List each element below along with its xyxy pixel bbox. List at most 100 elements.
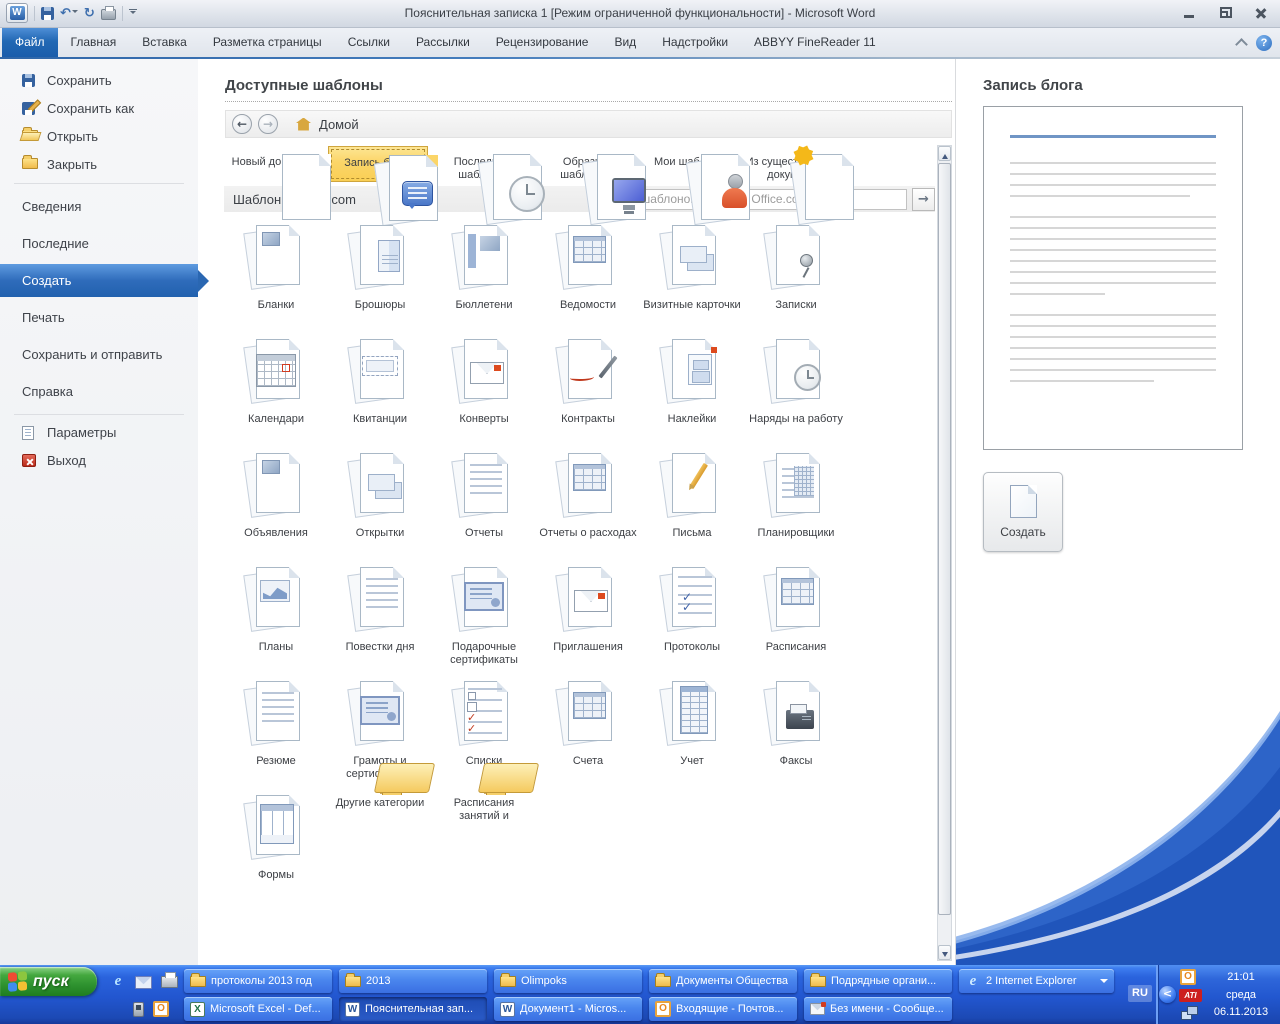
taskbar-button[interactable]: Olimpoks [494, 969, 642, 993]
featured-template[interactable]: Последние шаблоны [432, 146, 532, 182]
template-category[interactable]: Ведомости [536, 222, 640, 336]
restore-button[interactable] [1212, 5, 1238, 21]
sidebar-command[interactable]: Выход [0, 447, 198, 475]
sidebar-item[interactable]: Сведения [0, 188, 198, 225]
template-category[interactable]: Календари [224, 336, 328, 450]
ribbon-tab[interactable]: Рассылки [403, 28, 483, 57]
sidebar-item[interactable]: Последние [0, 225, 198, 262]
customize-qat-dropdown-icon[interactable] [129, 9, 137, 17]
ribbon-tab[interactable]: Главная [58, 28, 130, 57]
template-category[interactable]: Квитанции [328, 336, 432, 450]
template-category[interactable]: Наряды на работу [744, 336, 848, 450]
sidebar-item[interactable]: Справка [0, 373, 198, 410]
outlook-icon[interactable]: O [153, 1001, 169, 1017]
undo-button[interactable]: ↶ [60, 7, 78, 20]
template-category[interactable]: Счета [536, 678, 640, 792]
template-category[interactable]: Другие категории [328, 792, 432, 906]
word-app-icon[interactable]: W [6, 3, 28, 23]
ribbon-tab[interactable]: Вид [601, 28, 649, 57]
taskbar-button[interactable]: Подрядные органи... [804, 969, 952, 993]
template-category[interactable]: Подарочные сертификаты [432, 564, 536, 678]
ribbon-tab[interactable]: Разметка страницы [200, 28, 335, 57]
featured-template[interactable]: Запись блога [328, 146, 428, 182]
taskbar-button[interactable]: Без имени - Сообще... [804, 997, 952, 1021]
template-category[interactable]: Брошюры [328, 222, 432, 336]
template-category[interactable]: Контракты [536, 336, 640, 450]
scroll-up-button[interactable] [938, 146, 951, 161]
print-preview-icon[interactable] [101, 9, 116, 20]
template-category[interactable]: Повестки дня [328, 564, 432, 678]
template-category[interactable]: Объявления [224, 450, 328, 564]
create-button[interactable]: Создать [983, 472, 1063, 552]
close-button[interactable] [1248, 5, 1274, 21]
language-indicator[interactable]: RU [1128, 985, 1152, 1002]
ribbon-tab[interactable]: ABBYY FineReader 11 [741, 28, 889, 57]
ribbon-tab[interactable]: Надстройки [649, 28, 741, 57]
taskbar-button[interactable]: Документы Общества [649, 969, 797, 993]
template-category[interactable]: Планировщики [744, 450, 848, 564]
scrollbar-thumb[interactable] [938, 163, 951, 915]
taskbar-button[interactable]: OВходящие - Почтов... [649, 997, 797, 1021]
featured-template[interactable]: Мои шаблоны [640, 146, 740, 182]
forward-button[interactable]: → [258, 114, 278, 134]
template-category[interactable]: Учет [640, 678, 744, 792]
sidebar-item[interactable]: Создать [0, 264, 198, 297]
template-category[interactable]: Письма [640, 450, 744, 564]
template-category[interactable]: Конверты [432, 336, 536, 450]
template-category[interactable]: Отчеты о расходах [536, 450, 640, 564]
scroll-down-button[interactable] [938, 945, 951, 960]
template-category[interactable]: Резюме [224, 678, 328, 792]
taskbar-button[interactable]: 2013 [339, 969, 487, 993]
template-category[interactable]: Расписания занятий и [432, 792, 536, 906]
template-category[interactable]: Бюллетени [432, 222, 536, 336]
ribbon-tab[interactable]: Вставка [129, 28, 200, 57]
ati-tray-icon[interactable]: ATI [1179, 989, 1202, 1002]
taskbar-button[interactable]: e2 Internet Explorer [959, 969, 1114, 993]
template-category[interactable]: Бланки [224, 222, 328, 336]
home-breadcrumb[interactable]: Домой [319, 117, 359, 132]
taskbar-button[interactable]: XMicrosoft Excel - Def... [184, 997, 332, 1021]
sidebar-item[interactable]: Печать [0, 299, 198, 336]
template-category[interactable]: Формы [224, 792, 328, 906]
taskbar-button[interactable]: протоколы 2013 год [184, 969, 332, 993]
template-category[interactable]: Записки [744, 222, 848, 336]
sidebar-command[interactable]: Сохранить как [0, 95, 198, 123]
template-category[interactable]: Визитные карточки [640, 222, 744, 336]
ribbon-tab[interactable]: Файл [2, 28, 58, 57]
sidebar-command[interactable]: Открыть [0, 123, 198, 151]
featured-template[interactable]: Из существующего документа [744, 146, 844, 182]
search-go-button[interactable]: → [912, 188, 935, 211]
collapse-tray-icon[interactable]: < [1159, 986, 1176, 1003]
back-button[interactable]: ← [232, 114, 252, 134]
featured-template[interactable]: Новый документ [224, 146, 324, 182]
template-category[interactable]: Протоколы [640, 564, 744, 678]
template-category[interactable]: Приглашения [536, 564, 640, 678]
featured-template[interactable]: Образцы шаблонов [536, 146, 636, 182]
template-category[interactable]: Планы [224, 564, 328, 678]
save-icon[interactable] [41, 7, 54, 20]
sidebar-item[interactable]: Сохранить и отправить [0, 336, 198, 373]
sidebar-command[interactable]: Сохранить [0, 67, 198, 95]
start-button[interactable]: пуск [0, 967, 97, 996]
home-icon[interactable] [296, 118, 311, 131]
taskbar-button[interactable]: WДокумент1 - Micros... [494, 997, 642, 1021]
ribbon-tab[interactable]: Ссылки [335, 28, 403, 57]
template-category[interactable]: Открытки [328, 450, 432, 564]
template-category[interactable]: Отчеты [432, 450, 536, 564]
mail-icon[interactable] [135, 976, 152, 989]
template-category[interactable]: Расписания [744, 564, 848, 678]
network-tray-icon[interactable] [1181, 1006, 1198, 1019]
internet-explorer-icon[interactable]: e [110, 973, 126, 989]
redo-icon[interactable]: ↻ [84, 7, 95, 20]
sidebar-command[interactable]: Закрыть [0, 151, 198, 179]
help-icon[interactable]: ? [1256, 35, 1272, 51]
template-category[interactable]: Факсы [744, 678, 848, 792]
template-category[interactable]: Наклейки [640, 336, 744, 450]
taskbar-button[interactable]: WПояснительная зап... [339, 997, 487, 1021]
minimize-ribbon-icon[interactable] [1235, 38, 1248, 51]
phone-icon[interactable] [133, 1002, 144, 1017]
printer-icon[interactable] [161, 976, 178, 988]
minimize-button[interactable] [1176, 5, 1202, 21]
outlook-tray-icon[interactable]: O [1180, 969, 1196, 985]
sidebar-command[interactable]: Параметры [0, 419, 198, 447]
